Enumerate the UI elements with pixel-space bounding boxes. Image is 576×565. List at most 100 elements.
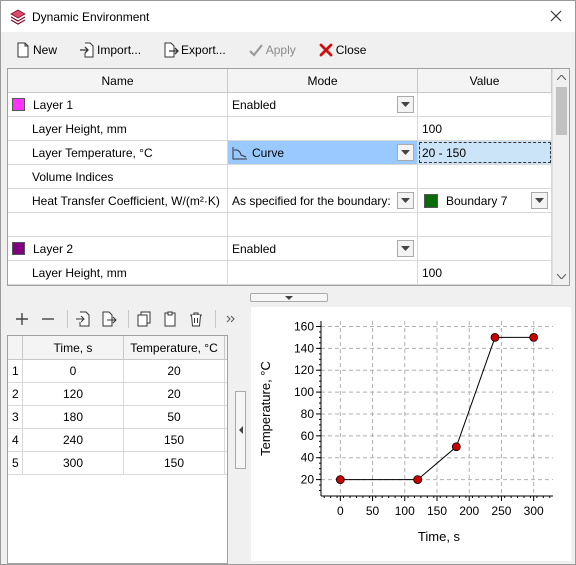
dropdown-arrow-icon[interactable] [397,192,414,209]
grid-row-layer-1[interactable]: Layer 1 Enabled [8,93,569,117]
dropdown-arrow-icon[interactable] [397,240,414,257]
export-points-icon[interactable] [98,308,120,330]
curve-icon [232,146,247,159]
close-button[interactable]: Close [314,38,371,62]
temperature-cell[interactable]: 150 [124,452,225,474]
copy-icon[interactable] [133,308,155,330]
new-button[interactable]: New [11,38,61,62]
header-temperature[interactable]: Temperature, °C [124,336,225,359]
layer-color-swatch[interactable] [12,98,25,111]
dropdown-arrow-icon[interactable] [531,192,548,209]
y-tick-label: 120 [294,363,314,377]
row-name: Layer 1 [33,97,74,112]
export-button[interactable]: Export... [159,38,230,62]
data-point [413,475,423,484]
import-button[interactable]: Import... [75,38,145,62]
toolbar-separator [215,310,216,328]
row-index: 5 [8,452,23,474]
header-mode[interactable]: Mode [228,69,418,92]
data-point [335,475,345,484]
row-name: Layer Height, mm [8,117,228,140]
scroll-up-icon[interactable] [553,69,569,86]
vertical-scrollbar[interactable] [552,69,569,285]
collapse-left-panel-button[interactable] [235,391,246,469]
export-label: Export... [181,42,226,57]
remove-point-icon[interactable] [37,308,59,330]
row-name [8,213,228,236]
mode-cell [228,213,418,236]
temperature-cell[interactable]: 20 [124,383,225,405]
row-index: 4 [8,429,23,451]
apply-button[interactable]: Apply [244,38,300,62]
points-table: Time, s Temperature, °C 1 0 20 2 120 20 … [7,335,228,564]
scroll-thumb[interactable] [556,87,567,135]
export-icon [164,42,179,57]
import-points-icon[interactable] [72,308,94,330]
grid-row-layer-height[interactable]: Layer Height, mm 100 [8,261,569,285]
add-point-icon[interactable] [11,308,33,330]
grid-row-layer-2[interactable]: Layer 2 Enabled [8,237,569,261]
value-cell[interactable]: 100 [418,261,552,284]
mode-cell [228,261,418,284]
header-name[interactable]: Name [8,69,228,92]
row-name: Volume Indices [8,165,228,188]
table-row[interactable]: 3 180 50 [8,406,227,429]
data-point [490,333,500,342]
row-name: Heat Transfer Coefficient, W/(m²·K) [8,189,228,212]
collapse-bottom-panel-button[interactable] [250,293,328,302]
window-close-icon[interactable] [547,7,565,25]
window-title: Dynamic Environment [32,9,150,24]
table-row[interactable]: 2 120 20 [8,383,227,406]
value-cell[interactable]: 20 - 150 [418,141,552,164]
time-cell[interactable]: 0 [23,360,124,382]
boundary-combo[interactable]: Boundary 7 [418,189,552,212]
dropdown-arrow-icon[interactable] [397,144,414,161]
time-cell[interactable]: 300 [23,452,124,474]
value-cell[interactable] [418,93,552,116]
y-tick-label: 160 [294,319,314,333]
x-tick-label: 150 [427,504,447,518]
table-row[interactable]: 1 0 20 [8,360,227,383]
scroll-down-icon[interactable] [553,268,569,285]
value-cell[interactable] [418,237,552,260]
y-tick-label: 60 [301,429,315,443]
row-name: Layer 2 [33,241,74,256]
x-tick-label: 100 [395,504,415,518]
value-cell[interactable]: 100 [418,117,552,140]
paste-icon[interactable] [159,308,181,330]
grid-row-layer-temperature[interactable]: Layer Temperature, °C Curve 20 - 150 [8,141,569,165]
new-label: New [33,42,58,57]
temperature-curve-plot[interactable]: 0 50 100 150 200 250 300 20 40 60 80 100 120 140 160 Ti… [251,307,571,561]
dropdown-arrow-icon[interactable] [397,96,414,113]
mode-combo[interactable]: Curve [228,141,418,164]
table-row[interactable]: 5 300 150 [8,452,227,475]
title-bar: Dynamic Environment [1,1,575,32]
x-tick-label: 200 [459,504,479,518]
mode-combo[interactable]: As specified for the boundary: [228,189,418,212]
value-cell [418,213,552,236]
header-time[interactable]: Time, s [23,336,124,359]
temperature-cell[interactable]: 20 [124,360,225,382]
grid-row-layer-height[interactable]: Layer Height, mm 100 [8,117,569,141]
time-cell[interactable]: 180 [23,406,124,428]
table-row[interactable]: 4 240 150 [8,429,227,452]
x-tick-label: 250 [491,504,511,518]
mode-combo[interactable]: Enabled [228,93,418,116]
header-value[interactable]: Value [418,69,552,92]
more-options-icon[interactable] [220,308,242,330]
mode-value: Enabled [232,97,277,112]
import-label: Import... [97,42,142,57]
apply-label: Apply [265,42,296,57]
temperature-cell[interactable]: 150 [124,429,225,451]
layer-color-swatch[interactable] [12,242,25,255]
value-cell[interactable] [418,165,552,188]
points-table-header: Time, s Temperature, °C [8,336,227,360]
time-cell[interactable]: 240 [23,429,124,451]
trash-icon[interactable] [185,308,207,330]
time-cell[interactable]: 120 [23,383,124,405]
mode-combo[interactable]: Enabled [228,237,418,260]
grid-row-volume-indices[interactable]: Volume Indices [8,165,569,189]
temperature-cell[interactable]: 50 [124,406,225,428]
y-tick-label: 20 [301,473,315,487]
grid-row-heat-transfer[interactable]: Heat Transfer Coefficient, W/(m²·K) As s… [8,189,569,213]
